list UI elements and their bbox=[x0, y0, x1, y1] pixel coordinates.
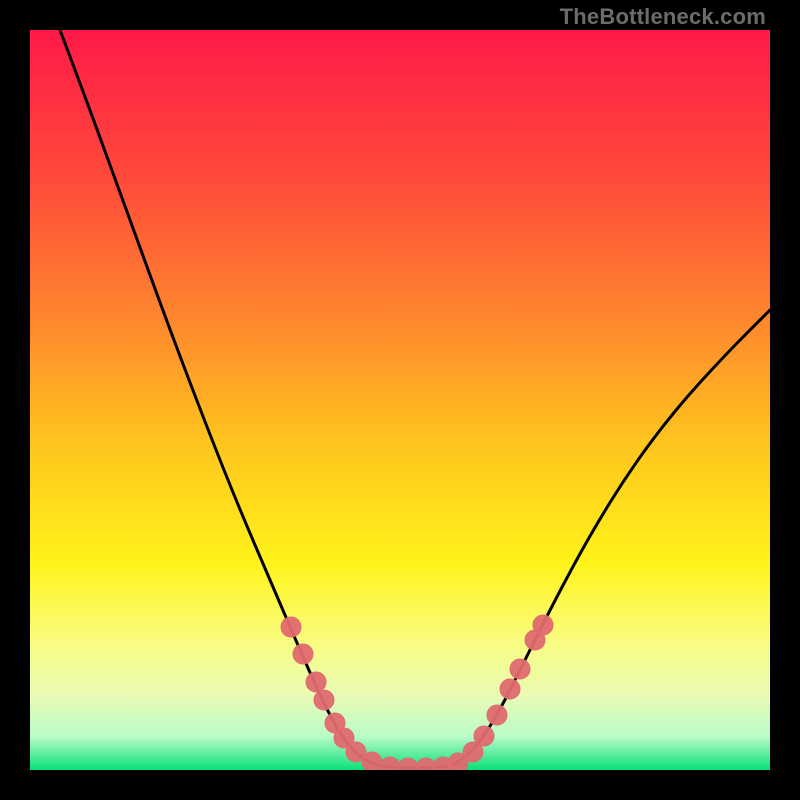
curve-overlay bbox=[30, 30, 770, 770]
marker-point bbox=[314, 690, 334, 710]
marker-point bbox=[293, 644, 313, 664]
marker-point bbox=[281, 617, 301, 637]
series-left-curve bbox=[60, 30, 380, 766]
marker-point bbox=[398, 758, 418, 770]
marker-point bbox=[510, 659, 530, 679]
marker-point bbox=[380, 757, 400, 770]
marker-point bbox=[500, 679, 520, 699]
marker-point bbox=[533, 615, 553, 635]
marker-point bbox=[487, 705, 507, 725]
marker-point bbox=[474, 726, 494, 746]
chart-frame: TheBottleneck.com bbox=[0, 0, 800, 800]
series-right-curve bbox=[450, 310, 770, 766]
marker-point bbox=[306, 672, 326, 692]
marker-point bbox=[362, 752, 382, 770]
plot-area bbox=[30, 30, 770, 770]
watermark-text: TheBottleneck.com bbox=[560, 4, 766, 30]
